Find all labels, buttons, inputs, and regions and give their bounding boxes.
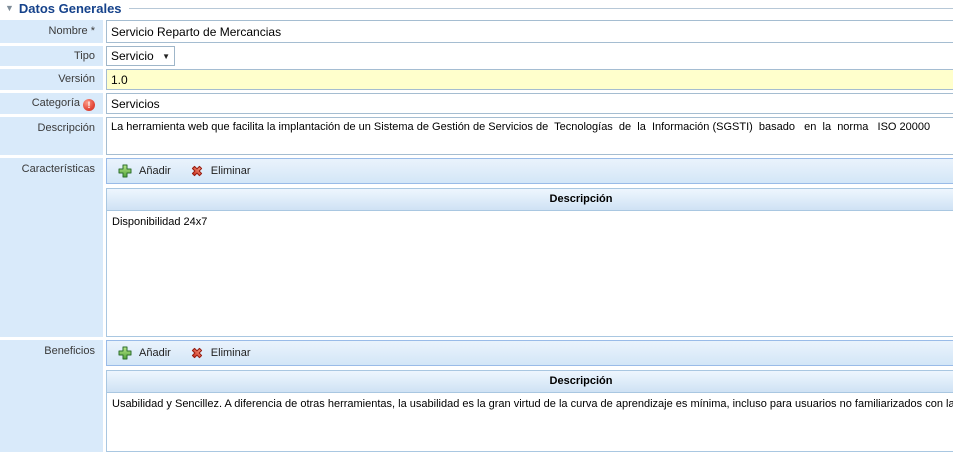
caracteristicas-add-button[interactable]: Añadir bbox=[114, 161, 174, 181]
field-label-categoria: Categoría! bbox=[0, 93, 103, 114]
categoria-input[interactable] bbox=[106, 93, 953, 114]
delete-icon bbox=[189, 345, 205, 361]
field-label-nombre: Nombre * bbox=[0, 20, 103, 43]
nombre-input[interactable] bbox=[106, 20, 953, 43]
datos-generales-panel: ▼ Datos Generales Nombre * Tipo Servicio… bbox=[0, 0, 953, 457]
caracteristicas-delete-button[interactable]: Eliminar bbox=[186, 161, 254, 181]
row-nombre: Nombre * bbox=[0, 20, 953, 43]
beneficios-delete-button[interactable]: Eliminar bbox=[186, 343, 254, 363]
collapse-icon[interactable]: ▼ bbox=[5, 4, 14, 13]
legend-divider bbox=[129, 8, 953, 9]
caracteristicas-toolbar: Añadir Eliminar bbox=[106, 158, 953, 184]
caracteristicas-grid-body: Disponibilidad 24x7 bbox=[107, 211, 953, 336]
add-icon bbox=[117, 163, 133, 179]
fieldset-legend: ▼ Datos Generales bbox=[0, 0, 953, 17]
row-categoria: Categoría! bbox=[0, 93, 953, 114]
row-caracteristicas: Características Añadir Eliminar bbox=[0, 158, 953, 337]
fieldset-title: Datos Generales bbox=[19, 1, 122, 16]
field-label-descripcion: Descripción bbox=[0, 117, 103, 155]
field-label-caracteristicas: Características bbox=[0, 158, 103, 337]
required-alert-icon: ! bbox=[83, 99, 95, 111]
beneficios-grid-header[interactable]: Descripción bbox=[107, 371, 953, 393]
field-label-beneficios: Beneficios bbox=[0, 340, 103, 452]
version-input[interactable] bbox=[106, 69, 953, 90]
beneficios-add-button[interactable]: Añadir bbox=[114, 343, 174, 363]
row-descripcion: Descripción La herramienta web que facil… bbox=[0, 117, 953, 155]
caracteristicas-grid-header[interactable]: Descripción bbox=[107, 189, 953, 211]
tipo-select-value: Servicio bbox=[111, 49, 158, 63]
add-icon bbox=[117, 345, 133, 361]
row-beneficios: Beneficios Añadir Eliminar bbox=[0, 340, 953, 452]
caracteristicas-grid: Descripción Disponibilidad 24x7 bbox=[106, 188, 953, 337]
beneficios-grid-row[interactable]: Usabilidad y Sencillez. A diferencia de … bbox=[107, 393, 953, 415]
beneficios-toolbar: Añadir Eliminar bbox=[106, 340, 953, 366]
dropdown-arrow-icon: ▼ bbox=[162, 52, 170, 61]
delete-icon bbox=[189, 163, 205, 179]
field-label-version: Versión bbox=[0, 69, 103, 90]
beneficios-grid: Descripción Usabilidad y Sencillez. A di… bbox=[106, 370, 953, 452]
descripcion-textarea[interactable]: La herramienta web que facilita la impla… bbox=[106, 117, 953, 155]
caracteristicas-grid-row[interactable]: Disponibilidad 24x7 bbox=[107, 211, 953, 233]
row-tipo: Tipo Servicio ▼ bbox=[0, 46, 953, 66]
row-version: Versión bbox=[0, 69, 953, 90]
field-label-tipo: Tipo bbox=[0, 46, 103, 66]
beneficios-grid-body: Usabilidad y Sencillez. A diferencia de … bbox=[107, 393, 953, 451]
tipo-select[interactable]: Servicio ▼ bbox=[106, 46, 175, 66]
